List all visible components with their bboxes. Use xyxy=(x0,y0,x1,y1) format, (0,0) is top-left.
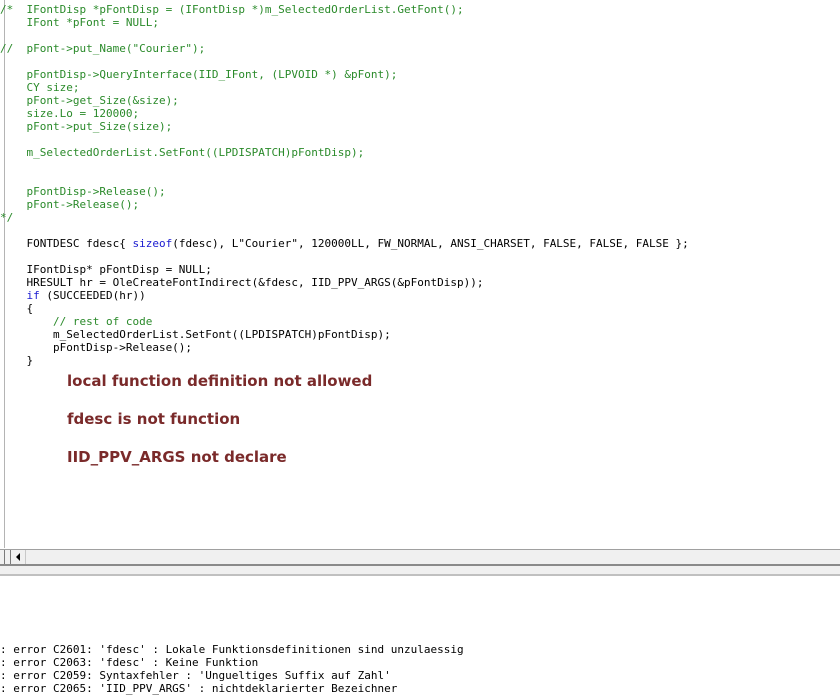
code-token: pFont->Release(); xyxy=(0,198,140,211)
scroll-left-button[interactable] xyxy=(10,550,26,564)
note-local-function: local function definition not allowed xyxy=(67,372,373,390)
code-line[interactable] xyxy=(0,159,840,172)
code-line[interactable] xyxy=(0,133,840,146)
code-token: FONTDESC fdesc{ xyxy=(0,237,133,250)
code-line[interactable]: size.Lo = 120000; xyxy=(0,107,840,120)
output-line[interactable]: : error C2601: 'fdesc' : Lokale Funktion… xyxy=(0,643,464,656)
note-fdesc-not-function: fdesc is not function xyxy=(67,410,241,428)
horizontal-scrollbar[interactable] xyxy=(0,549,840,564)
code-line[interactable] xyxy=(0,55,840,68)
code-line[interactable]: { xyxy=(0,302,840,315)
output-line[interactable]: : error C2059: Syntaxfehler : 'Ungueltig… xyxy=(0,669,464,682)
code-token: */ xyxy=(0,211,14,224)
annotation-notes: local function definition not allowed fd… xyxy=(67,372,372,486)
code-token: IFontDisp* pFontDisp = NULL; xyxy=(0,263,212,276)
code-line[interactable]: m_SelectedOrderList.SetFont((LPDISPATCH)… xyxy=(0,146,840,159)
output-pane[interactable]: : error C2601: 'fdesc' : Lokale Funktion… xyxy=(0,577,840,696)
code-line[interactable] xyxy=(0,172,840,185)
code-token: pFontDisp->Release(); xyxy=(0,185,166,198)
code-line[interactable]: // rest of code xyxy=(0,315,840,328)
output-line[interactable]: : error C2065: 'IID_PPV_ARGS' : nichtdek… xyxy=(0,682,464,695)
code-line[interactable]: pFont->Release(); xyxy=(0,198,840,211)
code-line[interactable]: IFont *pFont = NULL; xyxy=(0,16,840,29)
code-line[interactable]: IFontDisp* pFontDisp = NULL; xyxy=(0,263,840,276)
code-line[interactable]: pFont->put_Size(size); xyxy=(0,120,840,133)
code-area[interactable]: /* IFontDisp *pFontDisp = (IFontDisp *)m… xyxy=(0,3,840,367)
code-line[interactable]: pFontDisp->Release(); xyxy=(0,341,840,354)
code-line[interactable] xyxy=(0,29,840,42)
code-line[interactable]: pFont->get_Size(&size); xyxy=(0,94,840,107)
code-token: pFont->put_Size(size); xyxy=(0,120,173,133)
code-token: size.Lo = 120000; xyxy=(0,107,140,120)
code-token: // pFont->put_Name("Courier"); xyxy=(0,42,206,55)
code-line[interactable]: CY size; xyxy=(0,81,840,94)
code-token: CY size; xyxy=(0,81,80,94)
code-token: HRESULT hr = OleCreateFontIndirect(&fdes… xyxy=(0,276,484,289)
scrollbar-edge xyxy=(4,550,5,564)
code-token: m_SelectedOrderList.SetFont((LPDISPATCH)… xyxy=(0,146,365,159)
code-token: pFontDisp->Release(); xyxy=(0,341,193,354)
code-line[interactable]: } xyxy=(0,354,840,367)
code-token: sizeof xyxy=(132,237,173,250)
code-line[interactable]: FONTDESC fdesc{ sizeof(fdesc), L"Courier… xyxy=(0,237,840,250)
code-line[interactable]: HRESULT hr = OleCreateFontIndirect(&fdes… xyxy=(0,276,840,289)
code-line[interactable]: pFontDisp->Release(); xyxy=(0,185,840,198)
code-line[interactable] xyxy=(0,250,840,263)
code-token: } xyxy=(0,354,34,367)
code-line[interactable]: m_SelectedOrderList.SetFont((LPDISPATCH)… xyxy=(0,328,840,341)
pane-splitter[interactable] xyxy=(0,564,840,576)
code-line[interactable]: */ xyxy=(0,211,840,224)
code-line[interactable]: if (SUCCEEDED(hr)) xyxy=(0,289,840,302)
code-token: (SUCCEEDED(hr)) xyxy=(39,289,146,302)
code-line[interactable]: /* IFontDisp *pFontDisp = (IFontDisp *)m… xyxy=(0,3,840,16)
code-editor[interactable]: /* IFontDisp *pFontDisp = (IFontDisp *)m… xyxy=(0,0,840,548)
arrow-left-icon xyxy=(16,553,20,561)
code-line[interactable]: pFontDisp->QueryInterface(IID_IFont, (LP… xyxy=(0,68,840,81)
code-token: /* IFontDisp *pFontDisp = (IFontDisp *)m… xyxy=(0,3,464,16)
code-token: { xyxy=(0,302,34,315)
output-line[interactable]: : error C2063: 'fdesc' : Keine Funktion xyxy=(0,656,464,669)
code-token: IFont *pFont = NULL; xyxy=(0,16,159,29)
code-token: // rest of code xyxy=(0,315,153,328)
code-token: (fdesc), L"Courier", 120000LL, FW_NORMAL… xyxy=(172,237,689,250)
code-line[interactable]: // pFont->put_Name("Courier"); xyxy=(0,42,840,55)
output-lines: : error C2601: 'fdesc' : Lokale Funktion… xyxy=(0,643,464,695)
code-line[interactable] xyxy=(0,224,840,237)
code-token: pFontDisp->QueryInterface(IID_IFont, (LP… xyxy=(0,68,398,81)
code-token: pFont->get_Size(&size); xyxy=(0,94,179,107)
code-token: if xyxy=(26,289,40,302)
code-token: m_SelectedOrderList.SetFont((LPDISPATCH)… xyxy=(0,328,391,341)
note-iid-ppv-args: IID_PPV_ARGS not declare xyxy=(67,448,287,466)
